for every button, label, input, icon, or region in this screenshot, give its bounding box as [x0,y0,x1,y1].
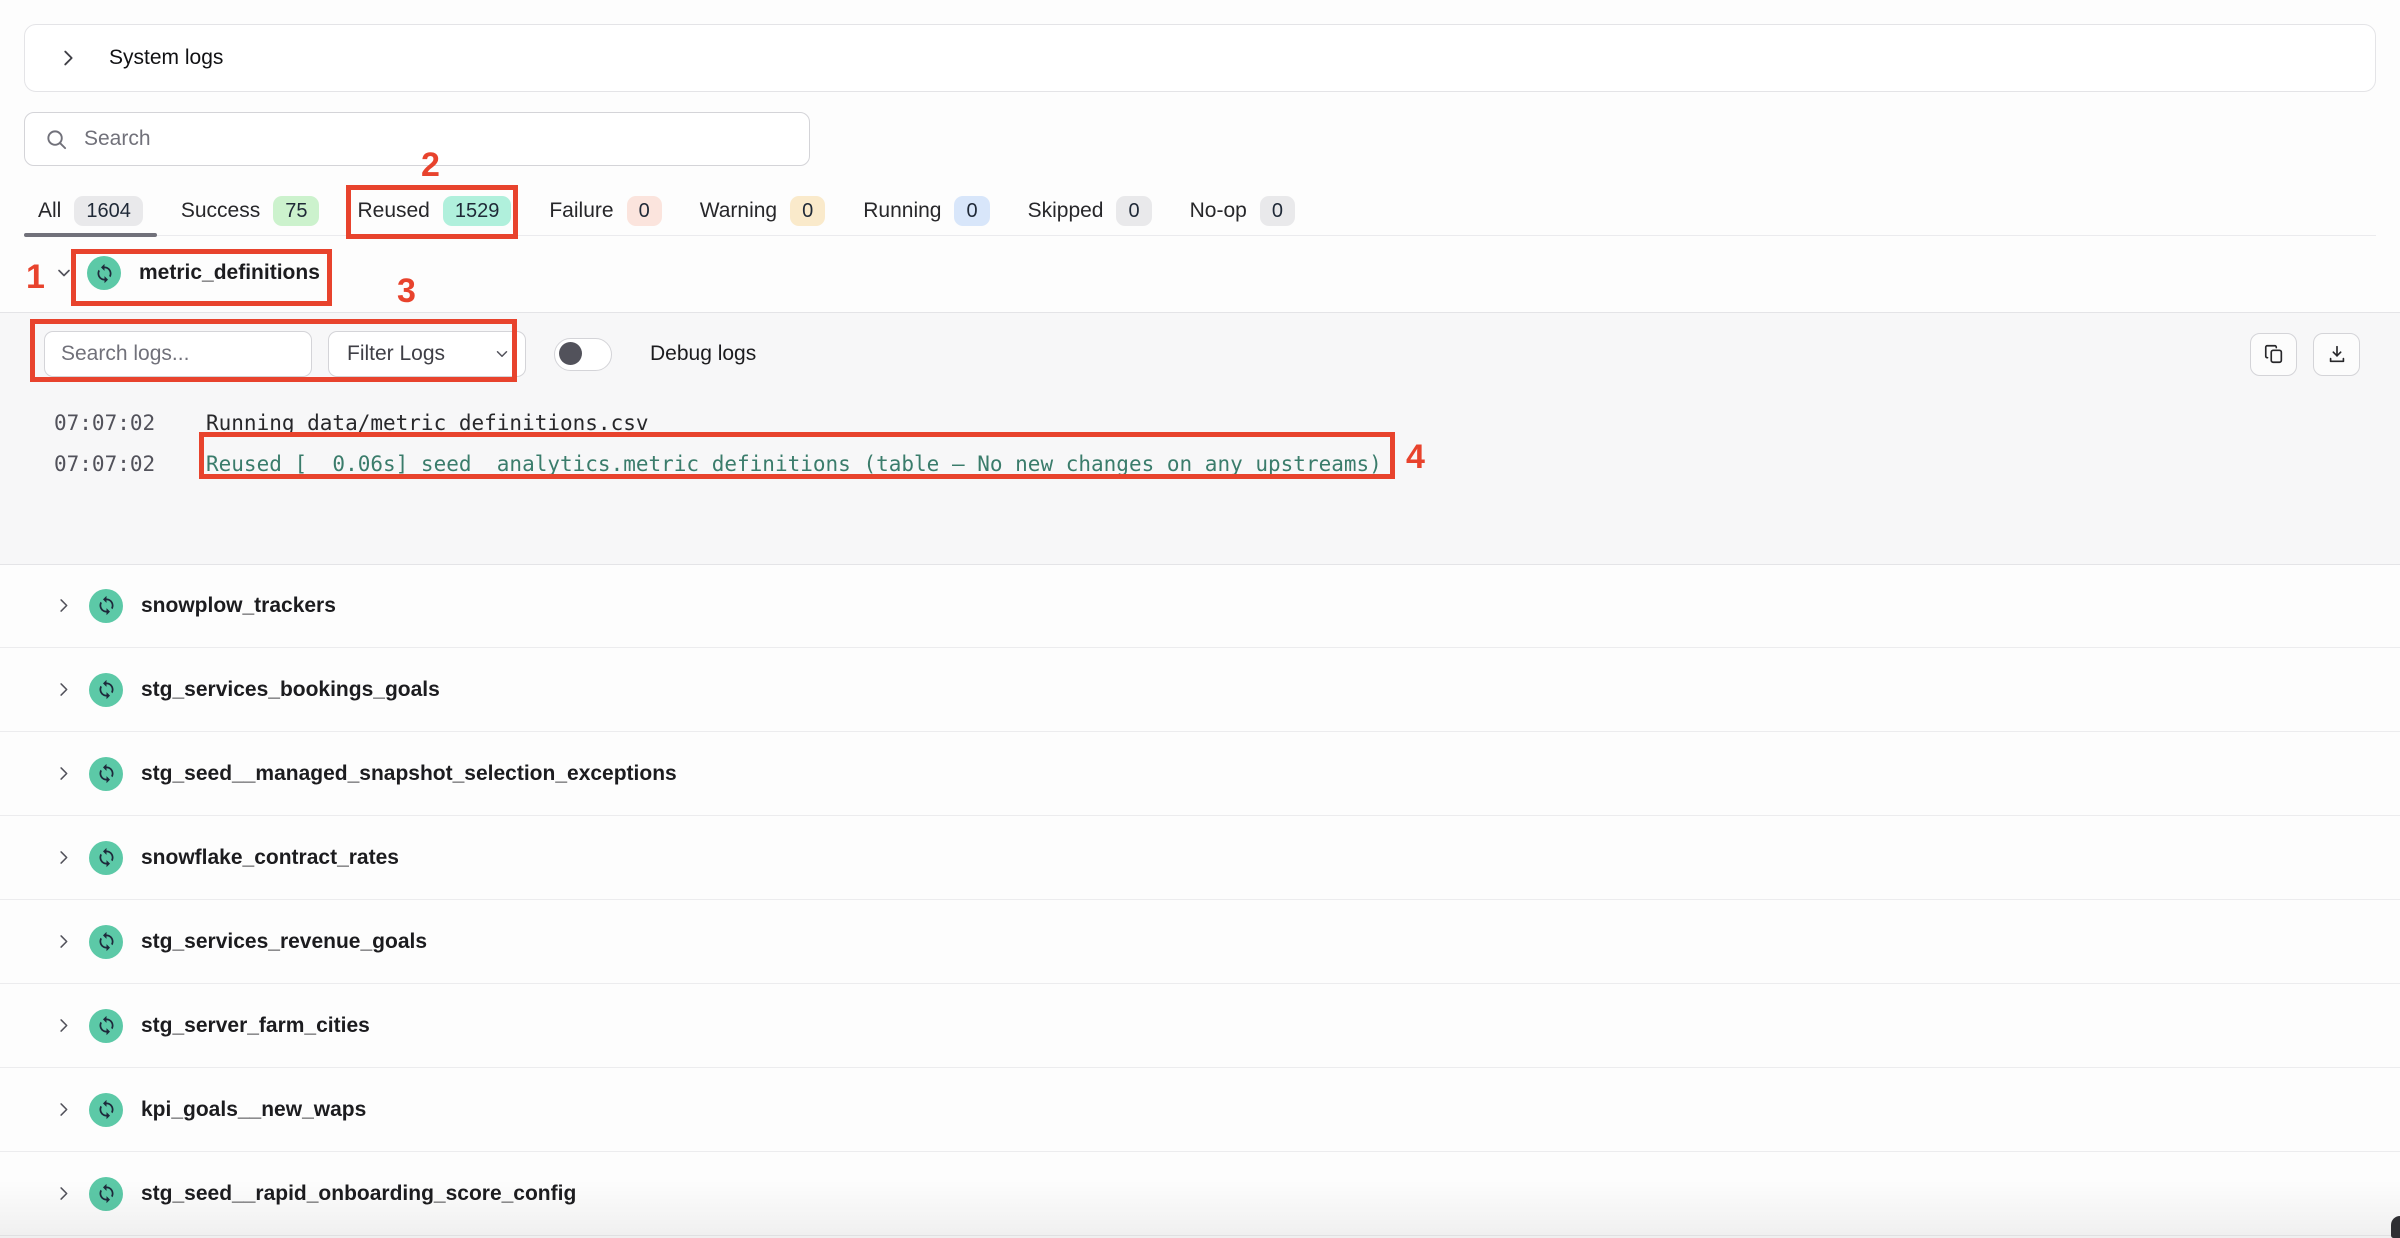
model-name-label: stg_services_bookings_goals [141,678,440,702]
model-list: snowplow_trackers stg_services_bookings_… [0,564,2400,1236]
model-name-label: snowplow_trackers [141,594,336,618]
model-row[interactable]: snowflake_contract_rates [0,816,2400,900]
seed-sync-icon [89,1093,123,1127]
system-logs-header[interactable]: System logs [24,24,2376,92]
corner-artifact [2391,1216,2400,1238]
model-row[interactable]: stg_seed__rapid_onboarding_score_config [0,1152,2400,1236]
seed-sync-icon [87,256,121,290]
log-line: 07:07:02 Running data/metric_definitions… [54,403,2360,444]
tab-label: Failure [549,199,613,223]
model-name-label: stg_seed__rapid_onboarding_score_config [141,1182,576,1206]
status-tab[interactable]: Success 75 [181,186,320,235]
expanded-model-row[interactable]: metric_definitions [0,244,2400,302]
status-tab[interactable]: No-op 0 [1190,186,1295,235]
model-name-label: kpi_goals__new_waps [141,1098,366,1122]
seed-sync-icon [89,589,123,623]
model-row[interactable]: snowplow_trackers [0,564,2400,648]
page-title: System logs [109,46,223,70]
tab-label: All [38,199,61,223]
model-name-label: snowflake_contract_rates [141,846,399,870]
tab-count-badge: 0 [627,196,662,226]
model-name-label: stg_seed__managed_snapshot_selection_exc… [141,762,677,786]
log-search-input[interactable] [44,331,312,377]
chevron-right-icon[interactable] [57,47,79,69]
filter-logs-dropdown[interactable]: Filter Logs [328,331,526,377]
chevron-right-icon[interactable] [54,1016,73,1035]
status-tab[interactable]: Failure 0 [549,186,661,235]
log-message: Reused [ 0.06s] seed analytics.metric_de… [206,444,1382,485]
chevron-right-icon[interactable] [54,932,73,951]
copy-icon [2263,343,2285,365]
log-panel: Filter Logs Debug logs 07:07:02 Running … [0,312,2400,565]
tab-label: Reused [357,199,429,223]
chevron-right-icon[interactable] [54,848,73,867]
copy-logs-button[interactable] [2250,333,2297,376]
search-icon [45,128,68,151]
seed-sync-icon [89,1177,123,1211]
tab-count-badge: 0 [790,196,825,226]
model-row[interactable]: stg_services_revenue_goals [0,900,2400,984]
tab-count-badge: 0 [954,196,989,226]
debug-logs-toggle[interactable] [554,338,612,371]
tab-label: Warning [700,199,777,223]
seed-sync-icon [89,1009,123,1043]
status-tab[interactable]: Reused 1529 [357,186,511,235]
download-logs-button[interactable] [2313,333,2360,376]
chevron-right-icon[interactable] [54,1184,73,1203]
status-tab[interactable]: Skipped 0 [1028,186,1152,235]
search-input[interactable] [82,126,809,152]
tab-label: Skipped [1028,199,1104,223]
log-line: 07:07:02 Reused [ 0.06s] seed analytics.… [54,444,2360,485]
seed-sync-icon [89,757,123,791]
chevron-right-icon[interactable] [54,764,73,783]
tab-label: Running [863,199,941,223]
log-controls-row: Filter Logs Debug logs [44,331,2360,377]
tab-count-badge: 0 [1116,196,1151,226]
tab-count-badge: 1604 [74,196,143,226]
tab-count-badge: 75 [273,196,319,226]
tab-label: Success [181,199,260,223]
log-message: Running data/metric_definitions.csv [206,403,649,444]
filter-logs-label: Filter Logs [347,342,445,366]
model-row[interactable]: kpi_goals__new_waps [0,1068,2400,1152]
chevron-right-icon[interactable] [54,1100,73,1119]
status-tab[interactable]: Running 0 [863,186,989,235]
tab-label: No-op [1190,199,1247,223]
toggle-knob [559,342,582,365]
chevron-down-icon[interactable] [54,263,74,283]
tab-count-badge: 1529 [443,196,512,226]
chevron-right-icon[interactable] [54,596,73,615]
expanded-model-name: metric_definitions [139,261,320,285]
tab-count-badge: 0 [1260,196,1295,226]
seed-sync-icon [89,841,123,875]
global-search-bar[interactable] [24,112,810,166]
log-timestamp: 07:07:02 [54,444,156,485]
model-name-label: stg_services_revenue_goals [141,930,427,954]
chevron-down-icon [493,345,511,363]
seed-sync-icon [89,925,123,959]
model-row[interactable]: stg_seed__managed_snapshot_selection_exc… [0,732,2400,816]
log-output: 07:07:02 Running data/metric_definitions… [44,403,2360,485]
status-tabs-bar: All 1604 Success 75 Reused 1529 Failure … [24,186,2376,236]
chevron-right-icon[interactable] [54,680,73,699]
debug-logs-label: Debug logs [650,342,756,366]
model-row[interactable]: stg_server_farm_cities [0,984,2400,1068]
model-row[interactable]: stg_services_bookings_goals [0,648,2400,732]
download-icon [2326,343,2348,365]
status-tab[interactable]: Warning 0 [700,186,826,235]
seed-sync-icon [89,673,123,707]
model-name-label: stg_server_farm_cities [141,1014,370,1038]
log-timestamp: 07:07:02 [54,403,156,444]
status-tab[interactable]: All 1604 [38,186,143,235]
